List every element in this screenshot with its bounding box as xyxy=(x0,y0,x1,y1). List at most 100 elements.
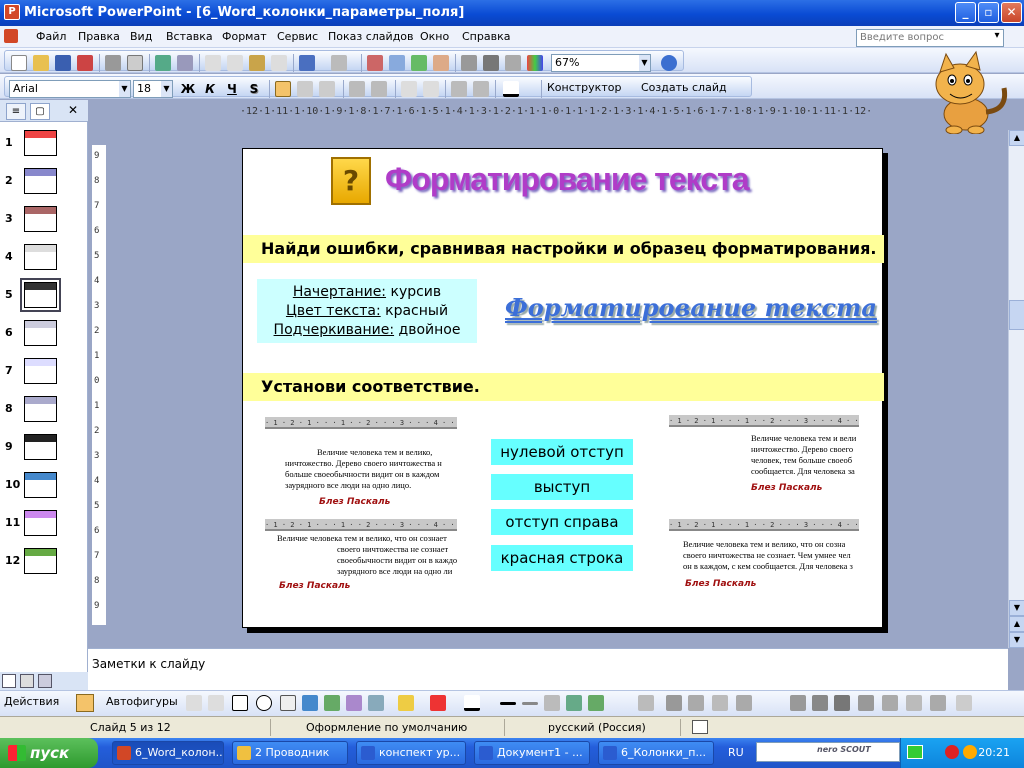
undo-icon[interactable] xyxy=(299,55,315,71)
menu-help[interactable]: Справка xyxy=(462,30,510,43)
font-color-icon[interactable] xyxy=(503,81,519,97)
autoshapes-menu-button[interactable]: Автофигуры xyxy=(106,695,178,708)
line-weight-icon[interactable] xyxy=(790,695,806,711)
tray-app-icon[interactable] xyxy=(963,745,977,759)
contrast-icon[interactable] xyxy=(666,695,682,711)
slide-thumbnail[interactable] xyxy=(24,548,57,574)
menu-tools[interactable]: Сервис xyxy=(277,30,318,43)
increase-indent-icon[interactable] xyxy=(473,81,489,97)
insert-hyperlink-icon[interactable] xyxy=(433,55,449,71)
tables-borders-icon[interactable] xyxy=(411,55,427,71)
crop-icon[interactable] xyxy=(712,695,728,711)
menu-view[interactable]: Вид xyxy=(130,30,152,43)
increase-font-icon[interactable] xyxy=(401,81,417,97)
example-zero-indent[interactable]: · 1 · 2 · 1 · · · 1 · · 2 · · · 3 · · · … xyxy=(669,519,859,595)
permission-icon[interactable] xyxy=(77,55,93,71)
example-right-indent[interactable]: · 1 · 2 · 1 · · · 1 · · 2 · · · 3 · · · … xyxy=(669,415,859,499)
fill-color-icon[interactable] xyxy=(398,695,414,711)
scroll-thumb[interactable] xyxy=(1009,300,1024,330)
previous-slide-icon[interactable]: ▲ xyxy=(1009,616,1024,632)
decrease-indent-icon[interactable] xyxy=(451,81,467,97)
wordart-icon[interactable] xyxy=(302,695,318,711)
show-formatting-icon[interactable] xyxy=(483,55,499,71)
font-size-select[interactable]: 18 ▼ xyxy=(133,80,173,98)
go-arrow-icon[interactable] xyxy=(907,745,923,759)
print-icon[interactable] xyxy=(105,55,121,71)
slide-thumbnail[interactable] xyxy=(24,320,57,346)
chevron-down-icon[interactable]: ▾ xyxy=(991,30,1003,46)
format-painter-icon[interactable] xyxy=(271,55,287,71)
line-tool-icon[interactable] xyxy=(186,695,202,711)
task-find-errors[interactable]: Найди ошибки, сравнивая настройки и обра… xyxy=(243,235,884,263)
transparent-color-icon[interactable] xyxy=(882,695,898,711)
copy-icon[interactable] xyxy=(227,55,243,71)
restore-button[interactable]: ▫ xyxy=(978,2,999,23)
format-settings-box[interactable]: Начертание: курсив Цвет текста: красный … xyxy=(257,279,477,343)
help-icon[interactable] xyxy=(661,55,677,71)
office-assistant-cat[interactable] xyxy=(918,50,1018,134)
taskbar-item-document1[interactable]: Документ1 - ... xyxy=(474,741,590,765)
taskbar-item-explorer[interactable]: 2 Проводник xyxy=(232,741,348,765)
slide-thumbnail[interactable] xyxy=(24,168,57,194)
designer-button[interactable]: Конструктор xyxy=(547,81,621,94)
shadow-button[interactable]: S xyxy=(245,80,263,98)
textbox-tool-icon[interactable] xyxy=(280,695,296,711)
picture-toolbar-icon[interactable] xyxy=(638,695,654,711)
menu-insert[interactable]: Вставка xyxy=(166,30,213,43)
new-icon[interactable] xyxy=(11,55,27,71)
redo-icon[interactable] xyxy=(331,55,347,71)
clipart-icon[interactable] xyxy=(346,695,362,711)
brightness-icon[interactable] xyxy=(688,695,704,711)
menu-file[interactable]: Файл xyxy=(36,30,66,43)
align-center-icon[interactable] xyxy=(297,81,313,97)
rotate-icon[interactable] xyxy=(736,695,752,711)
arrow-style-icon[interactable] xyxy=(544,695,560,711)
menu-window[interactable]: Окно xyxy=(420,30,449,43)
actions-menu-button[interactable]: Действия xyxy=(4,695,59,708)
oval-tool-icon[interactable] xyxy=(256,695,272,711)
arrow-tool-icon[interactable] xyxy=(208,695,224,711)
insert-chart-icon[interactable] xyxy=(367,55,383,71)
edit-points-icon[interactable] xyxy=(930,695,946,711)
minimize-button[interactable]: _ xyxy=(955,2,976,23)
help-search-input[interactable]: Введите вопрос ▾ xyxy=(856,29,1004,47)
menu-edit[interactable]: Правка xyxy=(78,30,120,43)
insert-table-icon[interactable] xyxy=(389,55,405,71)
paste-icon[interactable] xyxy=(249,55,265,71)
language-status[interactable]: русский (Россия) xyxy=(548,721,646,734)
align-right-icon[interactable] xyxy=(319,81,335,97)
more-options-icon[interactable] xyxy=(956,695,972,711)
scroll-up-icon[interactable]: ▲ xyxy=(1009,130,1024,146)
example-red-line[interactable]: · 1 · 2 · 1 · · · 1 · · 2 · · · 3 · · · … xyxy=(265,417,457,509)
color-grayscale-icon[interactable] xyxy=(527,55,543,71)
reset-picture-icon[interactable] xyxy=(906,695,922,711)
design-name[interactable]: Оформление по умолчанию xyxy=(306,721,467,734)
chevron-down-icon[interactable]: ▼ xyxy=(161,81,172,97)
underline-button[interactable]: Ч xyxy=(223,80,241,98)
new-slide-button[interactable]: Создать слайд xyxy=(641,81,727,94)
slide-thumbnail[interactable] xyxy=(24,130,57,156)
shadow-style-icon[interactable] xyxy=(566,695,582,711)
example-hanging-indent[interactable]: · 1 · 2 · 1 · · · 1 · · 2 · · · 3 · · · … xyxy=(265,519,457,595)
answer-zero-indent[interactable]: нулевой отступ xyxy=(491,439,633,465)
recolor-icon[interactable] xyxy=(834,695,850,711)
powerpoint-app-icon[interactable]: P xyxy=(4,4,20,20)
answer-first-line[interactable]: красная строка xyxy=(491,545,633,571)
slideshow-view-icon[interactable] xyxy=(38,674,52,688)
expand-all-icon[interactable] xyxy=(461,55,477,71)
slide-thumbnail[interactable] xyxy=(24,434,57,460)
opera-icon[interactable] xyxy=(945,745,959,759)
show-grid-icon[interactable] xyxy=(505,55,521,71)
menu-slideshow[interactable]: Показ слайдов xyxy=(328,30,414,43)
slide-thumbnail[interactable] xyxy=(24,206,57,232)
start-button[interactable]: пуск xyxy=(0,738,98,768)
taskbar-item-columns[interactable]: 6_Колонки_п... xyxy=(598,741,714,765)
slide-canvas[interactable]: ? Форматирование текста Найди ошибки, ср… xyxy=(242,148,884,628)
rectangle-tool-icon[interactable] xyxy=(232,695,248,711)
slide-title[interactable]: Форматирование текста xyxy=(385,161,750,198)
dash-style-icon[interactable] xyxy=(522,702,538,705)
slide-thumbnail[interactable] xyxy=(24,472,57,498)
select-pointer-icon[interactable] xyxy=(76,694,94,712)
slide-thumbnail[interactable] xyxy=(24,358,57,384)
spelling-icon[interactable] xyxy=(155,55,171,71)
